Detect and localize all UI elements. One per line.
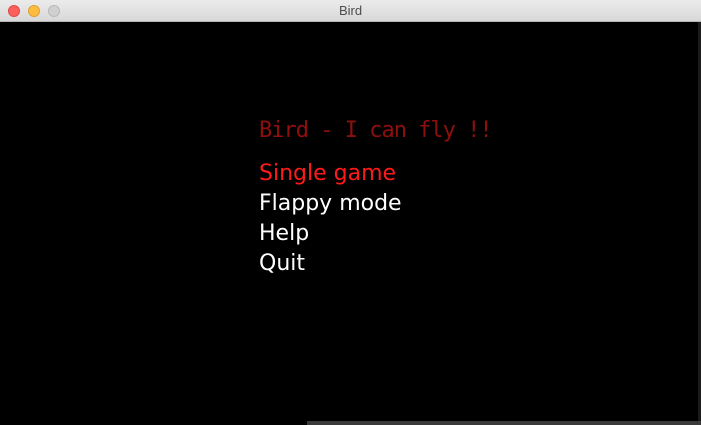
main-menu: Single game Flappy mode Help Quit (259, 159, 402, 279)
menu-item-single-game[interactable]: Single game (259, 159, 402, 189)
menu-item-help[interactable]: Help (259, 219, 402, 249)
game-canvas[interactable]: Bird - I can fly !! Single game Flappy m… (0, 22, 701, 425)
game-window: Bird Bird - I can fly !! Single game Fla… (0, 0, 701, 425)
titlebar[interactable]: Bird (0, 0, 701, 22)
desktop-strip (307, 421, 701, 425)
window-title: Bird (338, 3, 363, 18)
menu-item-quit[interactable]: Quit (259, 249, 402, 279)
menu-item-flappy-mode[interactable]: Flappy mode (259, 189, 402, 219)
game-title: Bird - I can fly !! (259, 118, 493, 143)
